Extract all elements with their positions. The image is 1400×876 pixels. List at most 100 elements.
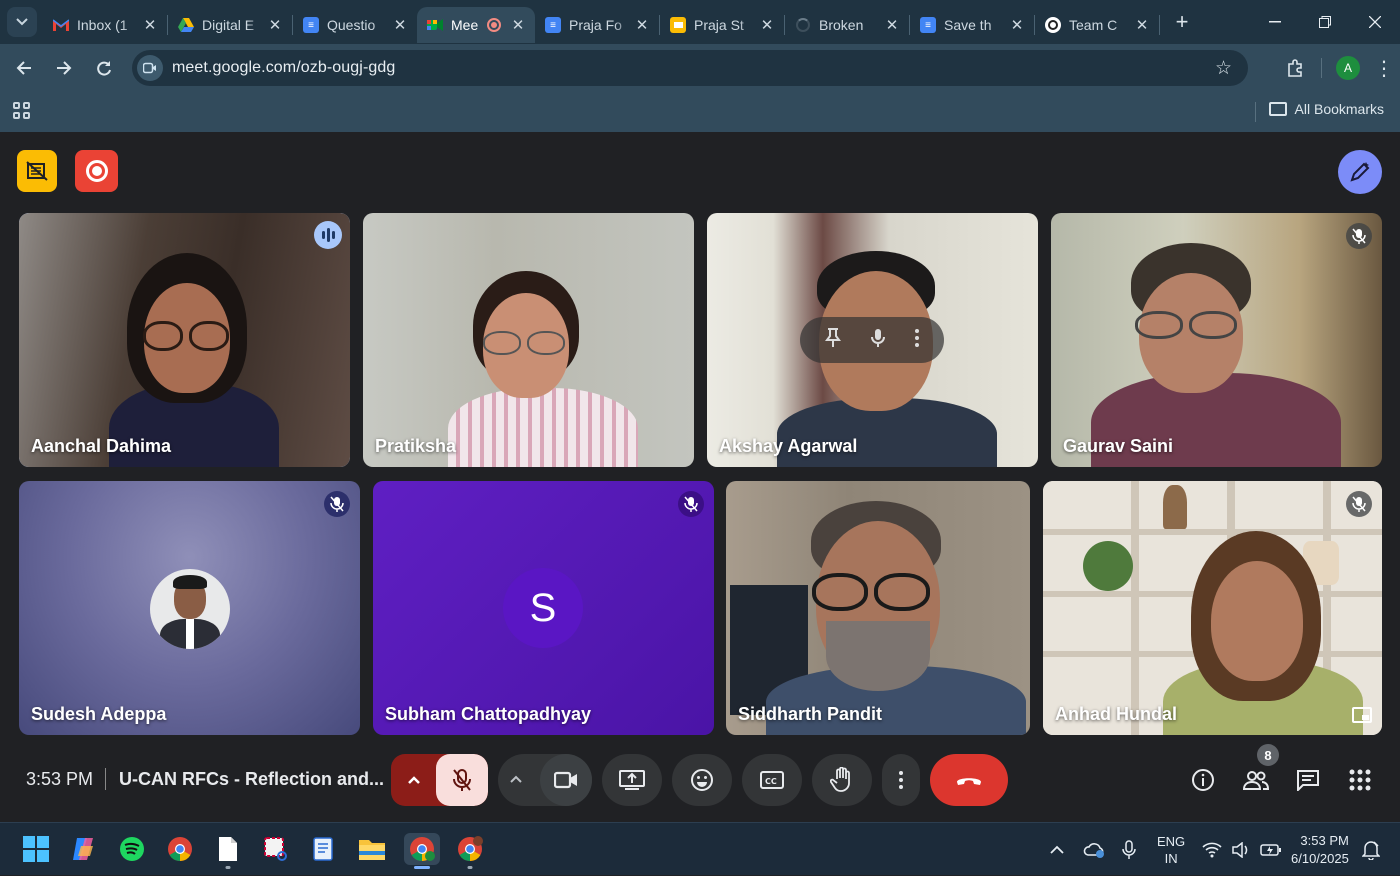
tab-team[interactable]: Team C ✕ bbox=[1035, 7, 1159, 43]
present-screen-button[interactable] bbox=[602, 754, 662, 806]
address-bar[interactable]: meet.google.com/ozb-ougj-gdg ☆ bbox=[132, 50, 1248, 86]
close-tab-icon[interactable]: ✕ bbox=[1133, 16, 1151, 34]
tab-digital[interactable]: Digital E ✕ bbox=[168, 7, 292, 43]
tab-search-button[interactable] bbox=[7, 7, 37, 37]
more-options-icon[interactable] bbox=[915, 328, 920, 352]
windows-start-icon[interactable] bbox=[20, 833, 52, 865]
reactions-button[interactable] bbox=[672, 754, 732, 806]
tab-meet[interactable]: Mee ✕ bbox=[417, 7, 535, 43]
tab-list: Inbox (1 ✕ Digital E ✕ ≡ Questio ✕ Mee ✕… bbox=[43, 0, 1196, 44]
chrome-icon[interactable] bbox=[164, 833, 196, 865]
onedrive-icon[interactable] bbox=[1083, 823, 1107, 876]
minimize-button[interactable] bbox=[1250, 0, 1300, 44]
new-tab-button[interactable]: + bbox=[1168, 8, 1196, 36]
google-drive-icon bbox=[178, 17, 194, 33]
captions-button[interactable]: CC bbox=[742, 754, 802, 806]
tab-question[interactable]: ≡ Questio ✕ bbox=[293, 7, 417, 43]
pin-icon[interactable] bbox=[824, 327, 841, 353]
apps-icon[interactable] bbox=[13, 102, 30, 119]
chat-button[interactable] bbox=[1293, 766, 1323, 794]
spotify-icon[interactable] bbox=[116, 833, 148, 865]
participant-name: Akshay Agarwal bbox=[719, 436, 858, 456]
camera-toggle-button[interactable] bbox=[540, 754, 592, 806]
region-code: IN bbox=[1164, 851, 1178, 866]
extensions-icon[interactable] bbox=[1283, 56, 1307, 80]
reload-button[interactable] bbox=[86, 50, 122, 86]
close-tab-icon[interactable]: ✕ bbox=[633, 16, 651, 34]
file-explorer-icon[interactable] bbox=[356, 833, 388, 865]
close-window-button[interactable] bbox=[1350, 0, 1400, 44]
recording-badge[interactable] bbox=[75, 150, 118, 192]
all-bookmarks-button[interactable]: All Bookmarks bbox=[1268, 101, 1384, 117]
mute-participant-icon[interactable] bbox=[870, 328, 886, 353]
show-hidden-icons-button[interactable] bbox=[1050, 823, 1064, 876]
participant-tile[interactable]: S Subham Chattopadhyay bbox=[373, 481, 714, 735]
tab-broken[interactable]: Broken ✕ bbox=[785, 7, 909, 43]
captions-icon: CC bbox=[760, 771, 784, 789]
raise-hand-button[interactable] bbox=[812, 754, 872, 806]
hang-up-icon bbox=[957, 778, 981, 785]
microphone-tray-icon[interactable] bbox=[1122, 823, 1136, 876]
participant-video-figure bbox=[1051, 213, 1382, 467]
chrome-profile-icon[interactable] bbox=[404, 833, 440, 869]
participant-tile[interactable]: Gaurav Saini bbox=[1051, 213, 1382, 467]
browser-menu-icon[interactable]: ⋮ bbox=[1374, 56, 1394, 81]
audio-settings-chevron-icon[interactable] bbox=[391, 754, 436, 806]
copilot-icon[interactable] bbox=[68, 833, 100, 865]
apps-grid-icon bbox=[1349, 769, 1371, 791]
close-tab-icon[interactable]: ✕ bbox=[141, 16, 159, 34]
participant-tile[interactable]: Siddharth Pandit bbox=[726, 481, 1030, 735]
tab-title: Save th bbox=[944, 17, 992, 33]
more-options-button[interactable] bbox=[882, 754, 920, 806]
google-docs-icon: ≡ bbox=[545, 17, 561, 33]
more-vert-icon bbox=[899, 771, 903, 789]
meeting-details-button[interactable] bbox=[1188, 766, 1218, 794]
unmute-button[interactable] bbox=[436, 754, 488, 806]
notifications-icon[interactable] bbox=[1362, 823, 1380, 876]
recording-indicator-icon bbox=[487, 18, 501, 32]
people-button[interactable] bbox=[1241, 766, 1271, 794]
participant-tile[interactable]: Pratiksha bbox=[363, 213, 694, 467]
leave-call-button[interactable] bbox=[930, 754, 1008, 806]
window-controls bbox=[1250, 0, 1400, 44]
participant-tile[interactable]: Anhad Hundal bbox=[1043, 481, 1382, 735]
tab-praja-fo[interactable]: ≡ Praja Fo ✕ bbox=[535, 7, 659, 43]
tab-inbox[interactable]: Inbox (1 ✕ bbox=[43, 7, 167, 43]
tab-praja-st[interactable]: Praja St ✕ bbox=[660, 7, 784, 43]
camera-off-badge[interactable] bbox=[17, 150, 57, 192]
bookmark-star-icon[interactable]: ☆ bbox=[1215, 57, 1232, 80]
meeting-clock: 3:53 PM bbox=[26, 769, 94, 789]
site-info-icon[interactable] bbox=[137, 55, 163, 81]
back-button[interactable] bbox=[6, 50, 42, 86]
ai-notes-button[interactable] bbox=[1338, 150, 1382, 194]
participant-tile[interactable]: Sudesh Adeppa bbox=[19, 481, 360, 735]
close-tab-icon[interactable]: ✕ bbox=[509, 16, 527, 34]
close-tab-icon[interactable]: ✕ bbox=[883, 16, 901, 34]
quick-settings-button[interactable] bbox=[1202, 823, 1282, 876]
file-icon[interactable] bbox=[212, 833, 244, 869]
participant-video-figure bbox=[726, 481, 1030, 735]
picture-in-picture-icon[interactable] bbox=[1352, 707, 1372, 723]
video-settings-chevron-icon[interactable] bbox=[510, 770, 522, 786]
close-tab-icon[interactable]: ✕ bbox=[1008, 16, 1026, 34]
profile-avatar[interactable]: A bbox=[1336, 56, 1360, 80]
close-tab-icon[interactable]: ✕ bbox=[758, 16, 776, 34]
participant-tile[interactable]: Aanchal Dahima bbox=[19, 213, 350, 467]
chrome-profile-2-icon[interactable] bbox=[454, 833, 486, 869]
muted-mic-icon bbox=[678, 491, 704, 517]
close-tab-icon[interactable]: ✕ bbox=[266, 16, 284, 34]
activities-button[interactable] bbox=[1345, 766, 1375, 794]
close-tab-icon[interactable]: ✕ bbox=[391, 16, 409, 34]
participant-tile[interactable]: Akshay Agarwal bbox=[707, 213, 1038, 467]
muted-mic-icon bbox=[1346, 491, 1372, 517]
tab-save-the[interactable]: ≡ Save th ✕ bbox=[910, 7, 1034, 43]
tab-title: Mee bbox=[451, 17, 479, 33]
restore-button[interactable] bbox=[1300, 0, 1350, 44]
google-docs-icon: ≡ bbox=[303, 17, 319, 33]
battery-icon bbox=[1260, 843, 1281, 856]
input-language-indicator[interactable]: ENG IN bbox=[1157, 833, 1185, 867]
forward-button[interactable] bbox=[46, 50, 82, 86]
system-clock[interactable]: 3:53 PM 6/10/2025 bbox=[1291, 832, 1349, 868]
snipping-tool-icon[interactable] bbox=[260, 833, 292, 865]
notepad-icon[interactable] bbox=[308, 833, 340, 865]
